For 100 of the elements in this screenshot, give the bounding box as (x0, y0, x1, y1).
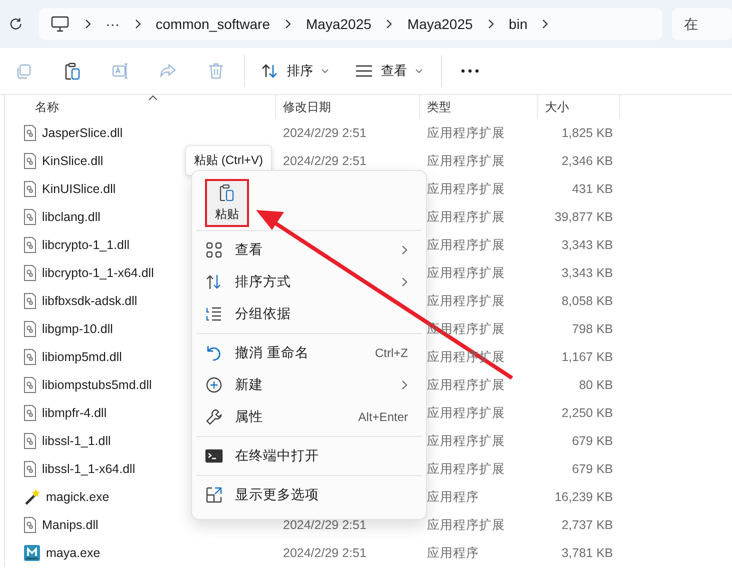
file-size: 2,346 KB (562, 154, 613, 168)
terminal-icon (205, 447, 223, 465)
file-icon (24, 377, 36, 393)
column-header[interactable]: 名称 (35, 98, 59, 116)
list-icon (355, 64, 373, 78)
breadcrumb-item[interactable]: Maya2025 (306, 16, 372, 32)
file-type: 应用程序扩展 (427, 180, 505, 198)
file-type: 应用程序扩展 (427, 376, 505, 394)
file-icon (24, 181, 36, 197)
search-field[interactable]: 在 (672, 8, 732, 40)
file-size: 1,167 KB (562, 350, 613, 364)
sort-icon (205, 273, 223, 291)
file-name[interactable]: libcrypto-1_1-x64.dll (42, 266, 154, 280)
breadcrumb-item[interactable]: ··· (106, 16, 120, 32)
file-size: 679 KB (572, 462, 613, 476)
chevron-icon (401, 276, 408, 288)
breadcrumb-item[interactable]: Maya2025 (407, 16, 473, 32)
file-size: 16,239 KB (554, 490, 613, 504)
breadcrumb-item[interactable]: bin (508, 16, 528, 32)
file-size: 80 KB (578, 378, 613, 392)
file-size: 8,058 KB (562, 294, 613, 308)
file-name[interactable]: maya.exe (46, 546, 100, 560)
file-size: 798 KB (572, 322, 613, 336)
modified-date: 2024/2/29 2:51 (283, 154, 366, 168)
column-header[interactable]: 修改日期 (283, 98, 331, 116)
breadcrumb-item[interactable]: common_software (156, 16, 270, 32)
column-header[interactable]: 大小 (545, 98, 569, 116)
sort-caret-icon (148, 95, 158, 101)
file-type: 应用程序 (427, 488, 479, 506)
open-external-icon (205, 486, 223, 504)
grid-icon (205, 241, 223, 259)
list-icon (205, 305, 223, 323)
file-type: 应用程序扩展 (427, 208, 505, 226)
file-name[interactable]: KinUISlice.dll (42, 182, 116, 196)
menu-item[interactable]: 撤消 重命名 Ctrl+Z (196, 337, 422, 369)
column-header[interactable]: 类型 (427, 98, 451, 116)
menu-item[interactable]: 显示更多选项 (196, 479, 422, 511)
file-icon (24, 433, 36, 449)
file-name[interactable]: magick.exe (46, 490, 110, 504)
view-button[interactable]: 查看 (347, 54, 431, 88)
address-bar[interactable]: ··· common_software Maya2025 Maya2025 bin (38, 8, 662, 40)
file-name[interactable]: libclang.dll (42, 210, 100, 224)
file-name[interactable]: JasperSlice.dll (42, 126, 123, 140)
menu-item[interactable]: 新建 (196, 369, 422, 401)
chevron-icon (134, 18, 142, 30)
file-type: 应用程序扩展 (427, 516, 505, 534)
file-name[interactable]: libiompstubs5md.dll (42, 378, 152, 392)
file-size: 3,781 KB (562, 546, 613, 560)
wrench-icon (205, 408, 223, 426)
file-type: 应用程序扩展 (427, 152, 505, 170)
trash-icon (206, 61, 226, 81)
file-name[interactable]: libiomp5md.dll (42, 350, 122, 364)
file-icon (24, 153, 36, 169)
file-icon (24, 125, 36, 141)
file-size: 3,343 KB (562, 238, 613, 252)
modified-date: 2024/2/29 2:51 (283, 546, 366, 560)
menu-item[interactable]: 查看 (196, 234, 422, 266)
file-size: 2,737 KB (562, 518, 613, 532)
file-name[interactable]: libcrypto-1_1.dll (42, 238, 130, 252)
file-type: 应用程序扩展 (427, 264, 505, 282)
file-name[interactable]: libssl-1_1-x64.dll (42, 462, 136, 476)
chevron-icon (401, 244, 408, 256)
file-icon (24, 321, 36, 337)
sort-button[interactable]: 排序 (253, 54, 337, 88)
computer-icon[interactable] (50, 16, 69, 32)
menu-item[interactable]: 在终端中打开 (196, 440, 422, 472)
menu-item[interactable]: 排序方式 (196, 266, 422, 298)
app-icon (24, 545, 40, 561)
file-type: 应用程序扩展 (427, 432, 505, 450)
file-name[interactable]: libgmp-10.dll (42, 322, 113, 336)
chevron-icon (284, 18, 292, 30)
file-name[interactable]: Manips.dll (42, 518, 98, 532)
file-type: 应用程序扩展 (427, 460, 505, 478)
refresh-icon[interactable] (9, 17, 23, 31)
modified-date: 2024/2/29 2:51 (283, 126, 366, 140)
file-name[interactable]: libssl-1_1.dll (42, 434, 111, 448)
plus-circle-icon (205, 376, 223, 394)
file-type: 应用程序扩展 (427, 124, 505, 142)
menu-item[interactable]: 属性 Alt+Enter (196, 401, 422, 433)
file-name[interactable]: KinSlice.dll (42, 154, 104, 168)
chevron-icon (385, 18, 394, 30)
file-icon (24, 209, 36, 225)
file-icon (24, 237, 36, 253)
modified-date: 2024/2/29 2:51 (283, 518, 366, 532)
undo-icon (205, 344, 223, 362)
file-size: 3,343 KB (562, 266, 613, 280)
chevron-icon (486, 18, 495, 30)
file-name[interactable]: libmpfr-4.dll (42, 406, 107, 420)
file-size: 2,250 KB (562, 406, 613, 420)
file-icon (24, 349, 36, 365)
file-size: 679 KB (572, 434, 613, 448)
rename-icon (110, 61, 130, 81)
chevron-icon (541, 18, 550, 30)
menu-item[interactable]: 分组依据 (196, 298, 422, 330)
file-type: 应用程序扩展 (427, 292, 505, 310)
wand-icon (24, 489, 40, 505)
file-name[interactable]: libfbxsdk-adsk.dll (42, 294, 138, 308)
paste-button[interactable]: 粘贴 (205, 179, 249, 227)
file-type: 应用程序 (427, 544, 479, 562)
more-icon (461, 69, 479, 73)
